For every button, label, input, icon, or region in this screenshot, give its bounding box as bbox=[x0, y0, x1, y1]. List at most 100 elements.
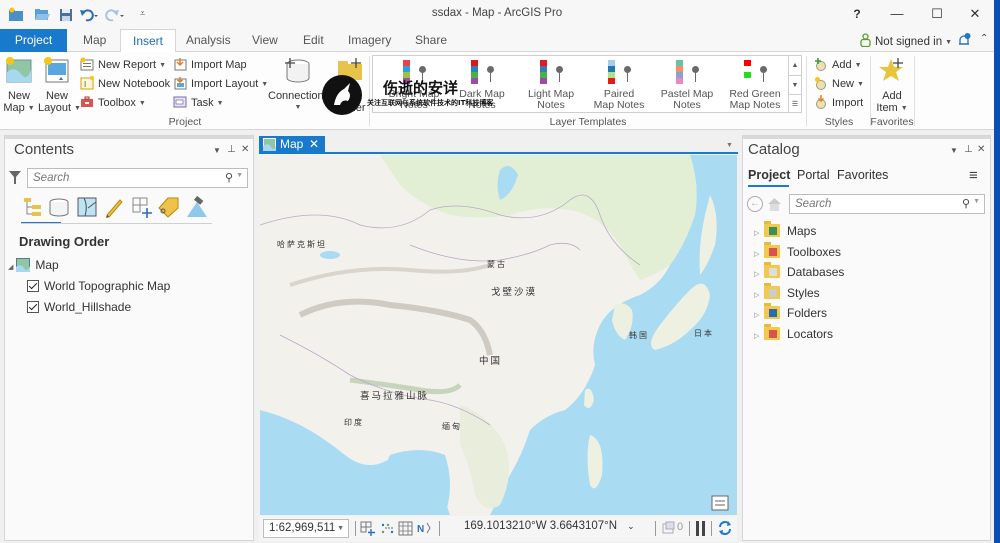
search-icon[interactable]: ⚲ bbox=[962, 197, 970, 210]
pane-grip[interactable] bbox=[5, 136, 253, 139]
layer-item[interactable]: World Topographic Map bbox=[27, 277, 170, 295]
catalog-menu-icon[interactable]: ≡ bbox=[969, 167, 978, 184]
layer-visibility-checkbox[interactable] bbox=[27, 301, 39, 313]
import-map-button[interactable]: Import Map bbox=[173, 56, 247, 74]
add-item-button[interactable]: Add Item ▼ bbox=[872, 56, 912, 115]
close-button[interactable]: ✕ bbox=[960, 4, 990, 24]
help-button[interactable]: ? bbox=[842, 4, 872, 24]
contents-search-input[interactable] bbox=[28, 169, 247, 187]
list-by-drawing-order-icon[interactable] bbox=[22, 196, 44, 218]
tab-project[interactable]: Project bbox=[0, 29, 67, 52]
pin-pane-icon[interactable]: ⊥ bbox=[964, 144, 973, 155]
refresh-icon[interactable] bbox=[717, 520, 733, 536]
snapping-icon[interactable] bbox=[380, 521, 395, 536]
chevron-down-icon[interactable]: ▼ bbox=[973, 198, 980, 205]
connections-button[interactable]: Connections ▼ bbox=[268, 56, 329, 114]
new-layout-button[interactable]: New Layout ▼ bbox=[38, 56, 81, 115]
close-pane-icon[interactable]: ✕ bbox=[241, 144, 249, 155]
map-notes-toggle-icon[interactable] bbox=[711, 495, 729, 511]
list-by-selection-icon[interactable] bbox=[76, 196, 98, 218]
catalog-item-maps[interactable]: ▷ Maps bbox=[754, 221, 816, 243]
gallery-expand-button[interactable]: ☰ bbox=[788, 94, 801, 112]
map-view-tab[interactable]: Map ✕ bbox=[259, 136, 325, 153]
import-style-label: Import bbox=[832, 97, 864, 109]
new-style-button[interactable]: New ▼ bbox=[814, 75, 864, 93]
catalog-item-toolboxes[interactable]: ▷ Toolboxes bbox=[754, 241, 841, 264]
pin-pane-icon[interactable]: ⊥ bbox=[227, 144, 236, 155]
tab-map[interactable]: Map bbox=[71, 29, 118, 52]
notification-bell-icon[interactable] bbox=[956, 32, 972, 48]
map-node[interactable]: ◢ Map bbox=[8, 256, 59, 274]
new-report-button[interactable]: New Report ▼ bbox=[80, 56, 166, 74]
expand-triangle-icon[interactable]: ▷ bbox=[754, 328, 764, 346]
scale-selector[interactable]: 1:62,969,511 ▼ bbox=[263, 519, 349, 538]
close-pane-icon[interactable]: ✕ bbox=[977, 144, 985, 155]
catalog-item-folders[interactable]: ▷ Folders bbox=[754, 303, 827, 325]
pane-options-icon[interactable]: ▼ bbox=[950, 146, 958, 155]
gallery-scroll-up-button[interactable]: ▲ bbox=[788, 56, 801, 75]
tab-view[interactable]: View bbox=[240, 29, 290, 52]
pane-options-icon[interactable]: ▼ bbox=[213, 146, 221, 155]
chevron-down-icon[interactable]: ▼ bbox=[236, 172, 243, 179]
tab-imagery[interactable]: Imagery bbox=[336, 29, 403, 52]
tab-insert[interactable]: Insert bbox=[120, 29, 177, 53]
tab-share[interactable]: Share bbox=[403, 29, 459, 52]
layer-template-item[interactable]: Paired Map Notes bbox=[584, 58, 654, 111]
expand-triangle-icon[interactable]: ▷ bbox=[754, 225, 764, 243]
maximize-button[interactable]: ☐ bbox=[922, 4, 952, 24]
gallery-scroll-down-button[interactable]: ▼ bbox=[788, 75, 801, 94]
pane-grip[interactable] bbox=[743, 136, 990, 139]
add-style-button[interactable]: Add ▼ bbox=[814, 56, 862, 74]
back-icon[interactable]: ← bbox=[747, 196, 763, 212]
layer-template-item[interactable]: Red Green Map Notes bbox=[720, 58, 790, 111]
correction-icon[interactable]: N bbox=[417, 521, 432, 536]
list-by-perspective-imagery-icon[interactable] bbox=[186, 196, 208, 218]
tab-analysis[interactable]: Analysis bbox=[174, 29, 243, 52]
layer-template-item[interactable]: Light Map Notes bbox=[516, 58, 586, 111]
selected-features-icon[interactable] bbox=[661, 521, 676, 536]
list-by-labeling-icon[interactable] bbox=[158, 196, 180, 218]
catalog-item-databases[interactable]: ▷ Databases bbox=[754, 262, 844, 284]
list-by-data-source-icon[interactable] bbox=[48, 196, 70, 218]
search-icon[interactable]: ⚲ bbox=[225, 171, 233, 184]
coordinate-readout[interactable]: 169.1013210°W 3.6643107°N ⌄ bbox=[464, 520, 635, 532]
layer-visibility-checkbox[interactable] bbox=[27, 280, 39, 292]
expand-triangle-icon[interactable]: ◢ bbox=[8, 264, 13, 271]
catalog-tab-project[interactable]: Project bbox=[748, 168, 790, 182]
list-by-editing-icon[interactable] bbox=[103, 196, 125, 218]
catalog-tab-favorites[interactable]: Favorites bbox=[837, 168, 888, 182]
toolbox-button[interactable]: Toolbox ▼ bbox=[80, 94, 146, 112]
layer-template-item[interactable]: Pastel Map Notes bbox=[652, 58, 722, 111]
task-button[interactable]: Task ▼ bbox=[173, 94, 224, 112]
contents-search[interactable]: ⚲ ▼ bbox=[27, 168, 248, 188]
expand-triangle-icon[interactable]: ▷ bbox=[754, 307, 764, 325]
import-style-button[interactable]: Import bbox=[814, 94, 863, 112]
layer-item[interactable]: World_Hillshade bbox=[27, 298, 131, 316]
view-options-icon[interactable]: ▼ bbox=[726, 142, 733, 149]
grid-icon[interactable] bbox=[398, 521, 413, 536]
new-map-button[interactable]: New Map ▼ bbox=[3, 56, 35, 115]
close-tab-icon[interactable]: ✕ bbox=[309, 136, 319, 153]
catalog-search[interactable]: ⚲ ▼ bbox=[789, 194, 985, 214]
list-by-snapping-icon[interactable] bbox=[131, 196, 153, 218]
tab-edit[interactable]: Edit bbox=[291, 29, 336, 52]
home-icon[interactable] bbox=[767, 197, 782, 212]
active-tab-indicator bbox=[748, 185, 789, 187]
catalog-tab-portal[interactable]: Portal bbox=[797, 168, 830, 182]
new-notebook-button[interactable]: I New Notebook bbox=[80, 75, 170, 93]
map-canvas[interactable]: 哈萨克斯坦 蒙古 戈壁沙漠 中国 韩国 日本 喜马拉雅山脉 印度 缅甸 bbox=[260, 155, 737, 515]
selected-count: 0 bbox=[677, 521, 684, 533]
expand-triangle-icon[interactable]: ▷ bbox=[754, 287, 764, 305]
import-layout-button[interactable]: Import Layout ▼ bbox=[173, 75, 268, 93]
filter-icon[interactable] bbox=[9, 171, 21, 185]
add-grid-icon[interactable] bbox=[360, 521, 375, 536]
catalog-item-locators[interactable]: ▷ Locators bbox=[754, 324, 833, 346]
catalog-search-input[interactable] bbox=[790, 195, 984, 213]
account-menu[interactable]: Not signed in ▼ bbox=[860, 33, 952, 49]
pause-drawing-button[interactable] bbox=[696, 521, 706, 536]
expand-triangle-icon[interactable]: ▷ bbox=[754, 266, 764, 284]
catalog-item-styles[interactable]: ▷ Styles bbox=[754, 282, 820, 305]
expand-triangle-icon[interactable]: ▷ bbox=[754, 246, 764, 264]
minimize-button[interactable]: — bbox=[882, 4, 912, 24]
collapse-ribbon-icon[interactable]: ⌃ bbox=[980, 33, 988, 44]
